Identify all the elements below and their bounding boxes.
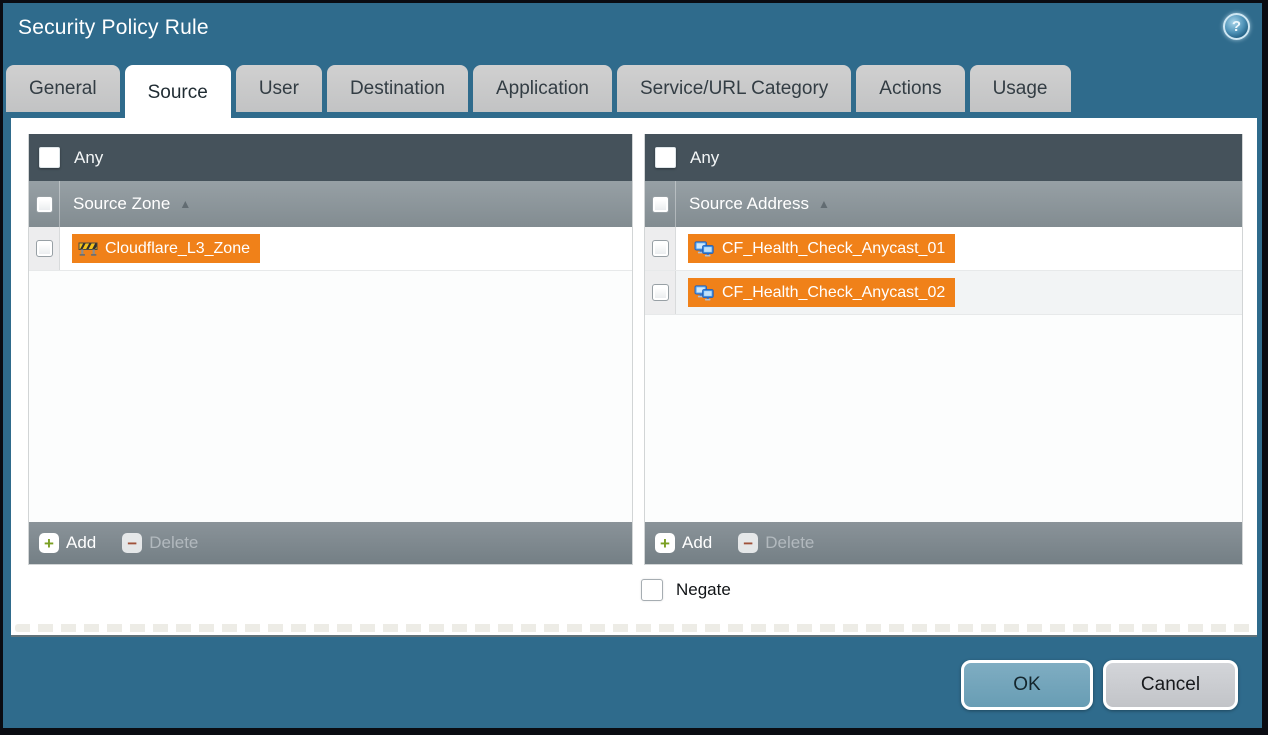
source-zone-any-checkbox[interactable] bbox=[39, 147, 60, 168]
negate-label: Negate bbox=[676, 580, 731, 600]
tab-actions[interactable]: Actions bbox=[856, 65, 964, 112]
source-address-footer: + Add − Delete bbox=[645, 522, 1242, 564]
source-address-select-all-checkbox[interactable] bbox=[652, 196, 669, 213]
cancel-button[interactable]: Cancel bbox=[1103, 660, 1238, 710]
sort-ascending-icon[interactable]: ▲ bbox=[818, 197, 830, 211]
source-address-panel: Any Source Address ▲ bbox=[644, 134, 1243, 565]
zone-chip[interactable]: Cloudflare_L3_Zone bbox=[72, 234, 260, 263]
tab-usage[interactable]: Usage bbox=[970, 65, 1071, 112]
tab-service-url-category[interactable]: Service/URL Category bbox=[617, 65, 851, 112]
help-icon[interactable]: ? bbox=[1223, 13, 1250, 40]
add-plus-icon: + bbox=[39, 533, 59, 553]
tab-source[interactable]: Source bbox=[125, 65, 231, 120]
table-row[interactable]: Cloudflare_L3_Zone bbox=[29, 227, 632, 271]
tab-user[interactable]: User bbox=[236, 65, 322, 112]
help-glyph: ? bbox=[1232, 18, 1241, 35]
source-zone-column-header[interactable]: Source Zone ▲ bbox=[29, 181, 632, 227]
delete-label: Delete bbox=[149, 533, 198, 553]
negate-checkbox[interactable] bbox=[641, 579, 663, 601]
address-chip[interactable]: CF_Health_Check_Anycast_02 bbox=[688, 278, 955, 307]
address-name: CF_Health_Check_Anycast_01 bbox=[722, 240, 945, 258]
source-address-column-label: Source Address bbox=[689, 194, 809, 214]
tab-content-source: Any Source Zone ▲ bbox=[11, 118, 1257, 637]
address-name: CF_Health_Check_Anycast_02 bbox=[722, 284, 945, 302]
table-row[interactable]: CF_Health_Check_Anycast_01 bbox=[645, 227, 1242, 271]
ok-button[interactable]: OK bbox=[961, 660, 1093, 710]
row-checkbox-cell bbox=[645, 271, 676, 314]
sort-ascending-icon[interactable]: ▲ bbox=[179, 197, 191, 211]
add-label: Add bbox=[682, 533, 712, 553]
source-address-any-label: Any bbox=[690, 148, 719, 168]
source-address-any-bar: Any bbox=[645, 134, 1242, 181]
row-checkbox[interactable] bbox=[36, 240, 53, 257]
table-row[interactable]: CF_Health_Check_Anycast_02 bbox=[645, 271, 1242, 315]
address-icon bbox=[694, 285, 715, 301]
tab-general[interactable]: General bbox=[6, 65, 120, 112]
source-zone-select-all-cell bbox=[29, 181, 60, 227]
add-plus-icon: + bbox=[655, 533, 675, 553]
source-zone-select-all-checkbox[interactable] bbox=[36, 196, 53, 213]
source-zone-any-bar: Any bbox=[29, 134, 632, 181]
row-checkbox[interactable] bbox=[652, 284, 669, 301]
tab-application[interactable]: Application bbox=[473, 65, 612, 112]
add-label: Add bbox=[66, 533, 96, 553]
row-checkbox-cell bbox=[29, 227, 60, 270]
zone-name: Cloudflare_L3_Zone bbox=[105, 240, 250, 258]
source-address-column-header[interactable]: Source Address ▲ bbox=[645, 181, 1242, 227]
source-zone-panel: Any Source Zone ▲ bbox=[28, 134, 633, 565]
add-button[interactable]: + Add bbox=[655, 533, 712, 553]
tab-destination[interactable]: Destination bbox=[327, 65, 468, 112]
resize-grip[interactable] bbox=[15, 624, 1253, 632]
address-chip[interactable]: CF_Health_Check_Anycast_01 bbox=[688, 234, 955, 263]
source-address-rows: CF_Health_Check_Anycast_01 bbox=[645, 227, 1242, 522]
delete-minus-icon: − bbox=[738, 533, 758, 553]
negate-row: Negate bbox=[641, 579, 731, 601]
source-address-any-checkbox[interactable] bbox=[655, 147, 676, 168]
row-checkbox-cell bbox=[645, 227, 676, 270]
security-policy-rule-window: Security Policy Rule ? General Source Us… bbox=[0, 0, 1268, 735]
dialog-surface: Security Policy Rule ? General Source Us… bbox=[3, 3, 1262, 728]
zone-icon bbox=[78, 241, 98, 257]
address-icon bbox=[694, 241, 715, 257]
tab-bar: General Source User Destination Applicat… bbox=[6, 65, 1071, 120]
row-checkbox[interactable] bbox=[652, 240, 669, 257]
delete-minus-icon: − bbox=[122, 533, 142, 553]
source-zone-rows: Cloudflare_L3_Zone bbox=[29, 227, 632, 522]
delete-button[interactable]: − Delete bbox=[122, 533, 198, 553]
source-zone-column-label: Source Zone bbox=[73, 194, 170, 214]
dialog-title: Security Policy Rule bbox=[18, 16, 209, 40]
add-button[interactable]: + Add bbox=[39, 533, 96, 553]
source-zone-footer: + Add − Delete bbox=[29, 522, 632, 564]
source-address-select-all-cell bbox=[645, 181, 676, 227]
delete-label: Delete bbox=[765, 533, 814, 553]
delete-button[interactable]: − Delete bbox=[738, 533, 814, 553]
source-zone-any-label: Any bbox=[74, 148, 103, 168]
